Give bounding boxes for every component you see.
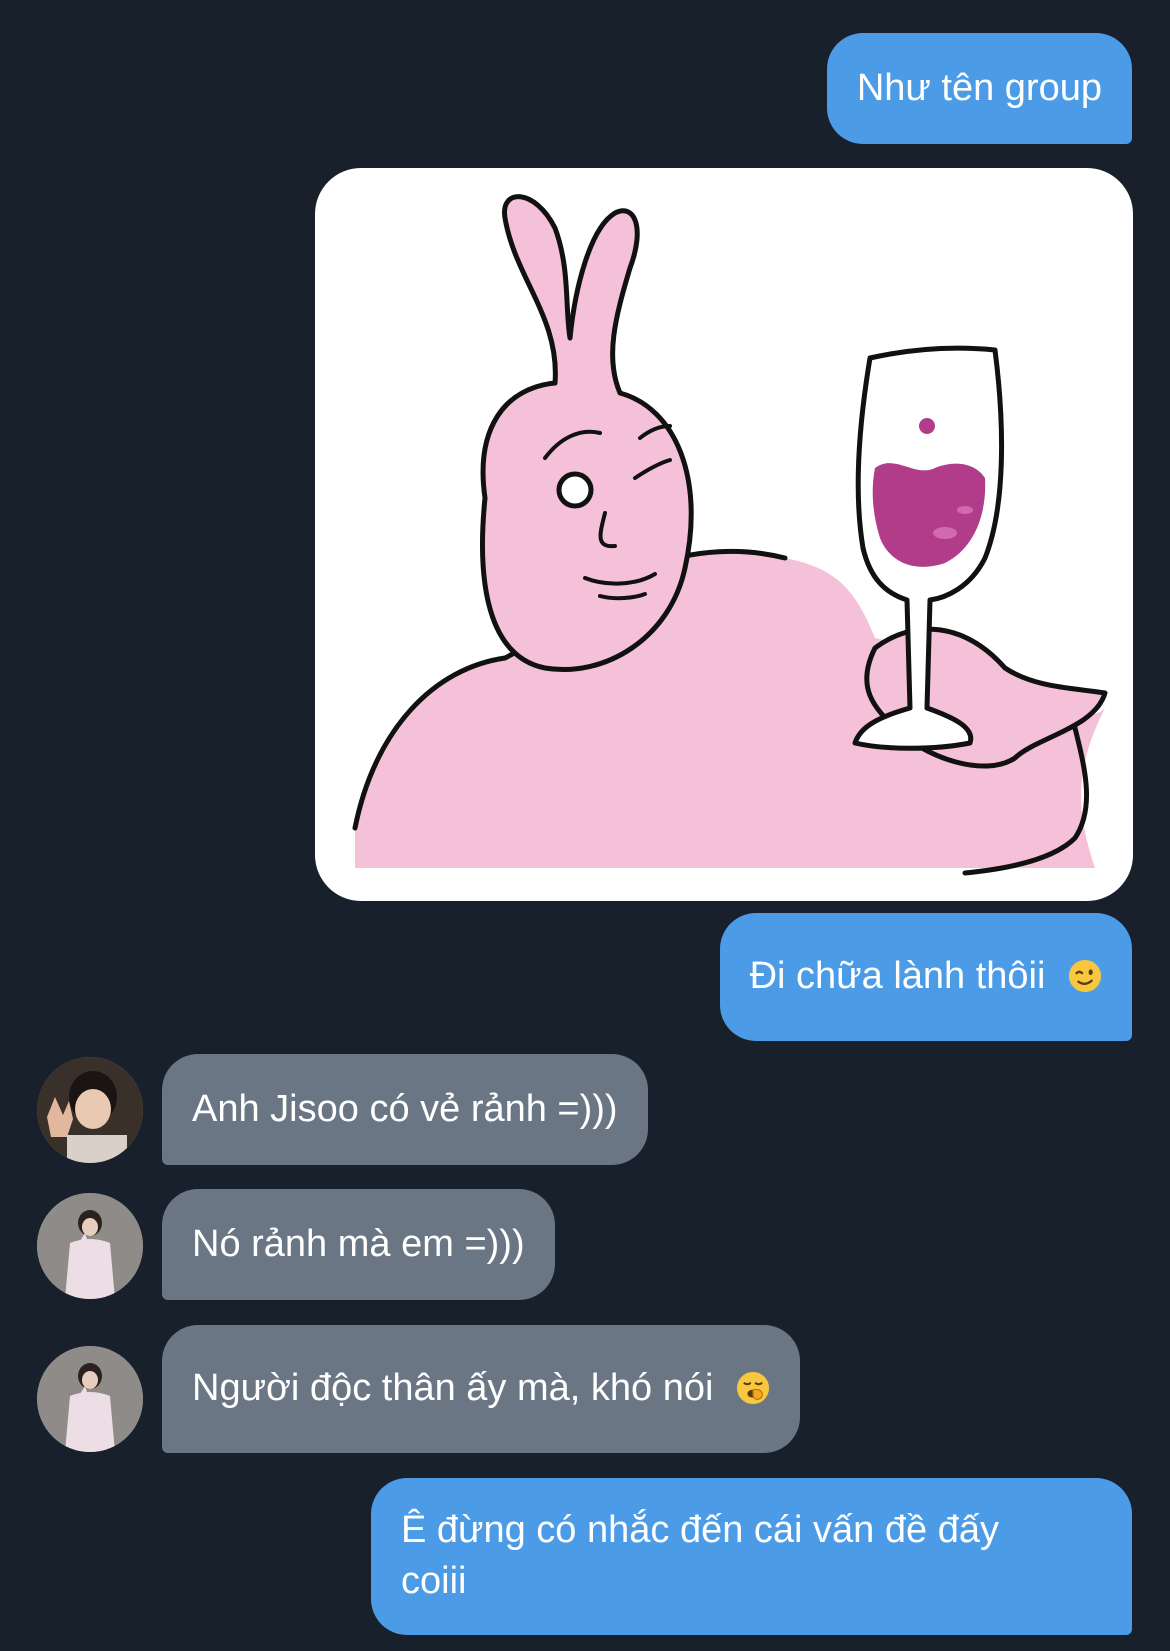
avatar-photo — [37, 1057, 143, 1163]
sticker-image — [352, 194, 1108, 876]
message-text: Như tên group — [856, 67, 1102, 109]
incoming-message-bubble[interactable]: Nó rảnh mà em =))) — [162, 1189, 555, 1300]
winking-face-emoji — [1068, 959, 1102, 993]
sender-2-avatar[interactable] — [37, 1346, 143, 1452]
message-text: Nó rảnh mà em =))) — [192, 1223, 525, 1265]
message-text-line: Ê đừng có nhắc đến cái vấn đề đấy — [401, 1509, 999, 1551]
message-text: Người độc thân ấy mà, khó nói — [192, 1367, 714, 1409]
yawning-face-emoji — [736, 1371, 770, 1405]
incoming-message-bubble[interactable]: Người độc thân ấy mà, khó nói — [162, 1325, 800, 1453]
message-text: Đi chữa lành thôii — [749, 955, 1046, 997]
outgoing-message-bubble[interactable]: Đi chữa lành thôii — [719, 913, 1132, 1041]
pink-rabbit-wine-sticker[interactable] — [315, 168, 1133, 901]
incoming-message-bubble[interactable]: Anh Jisoo có vẻ rảnh =))) — [162, 1054, 648, 1165]
message-text: Anh Jisoo có vẻ rảnh =))) — [192, 1088, 618, 1130]
avatar-photo — [37, 1346, 143, 1452]
outgoing-message-bubble[interactable]: Như tên group — [826, 33, 1132, 144]
sender-2-avatar[interactable] — [37, 1193, 143, 1299]
message-text-line: coiii — [401, 1560, 467, 1602]
avatar-photo — [37, 1193, 143, 1299]
outgoing-message-bubble[interactable]: Ê đừng có nhắc đến cái vấn đề đấy coiii — [371, 1478, 1132, 1635]
sender-1-avatar[interactable] — [37, 1057, 143, 1163]
